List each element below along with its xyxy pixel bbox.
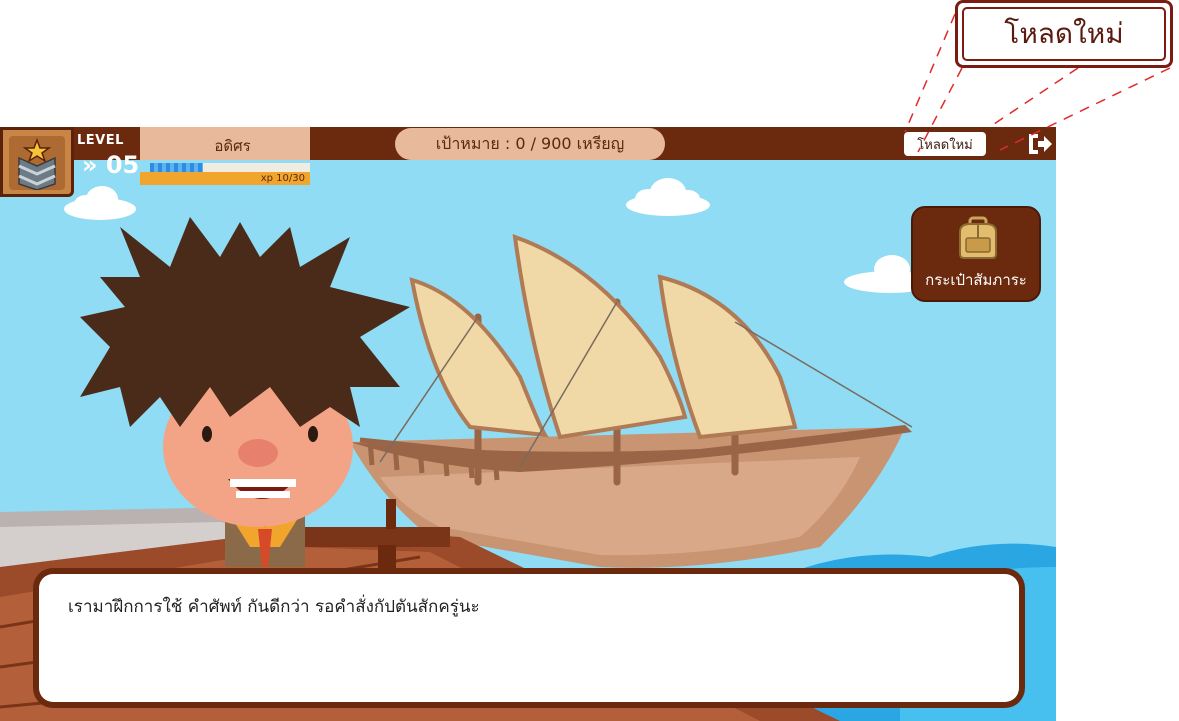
level-label: LEVEL [77, 133, 124, 148]
level-value: » 05 [82, 151, 140, 179]
backpack-icon [959, 216, 997, 259]
player-name: อดิศร [214, 137, 251, 155]
reload-callout-label: โหลดใหม่ [962, 7, 1166, 61]
level-badge [0, 127, 74, 197]
reload-callout: โหลดใหม่ [955, 0, 1173, 68]
exit-button[interactable] [1026, 131, 1054, 157]
exit-door-icon [1029, 134, 1052, 154]
xp-progress-fill [150, 163, 204, 172]
dialog-box [33, 568, 1025, 708]
xp-text: xp 10/30 [260, 173, 305, 184]
rank-badge [9, 136, 65, 191]
dialog-text: เรามาฝึกการใช้ คำศัพท์ กันดีกว่า รอคำสั่… [68, 597, 480, 617]
xp-progress-bar [150, 163, 310, 172]
reload-button[interactable]: โหลดใหม่ [904, 132, 986, 156]
goal-display: เป้าหมาย : 0 / 900 เหรียญ [395, 128, 665, 160]
inventory-label: กระเป๋าสัมภาระ [925, 271, 1027, 289]
rank-chevron-star-icon [18, 137, 56, 191]
